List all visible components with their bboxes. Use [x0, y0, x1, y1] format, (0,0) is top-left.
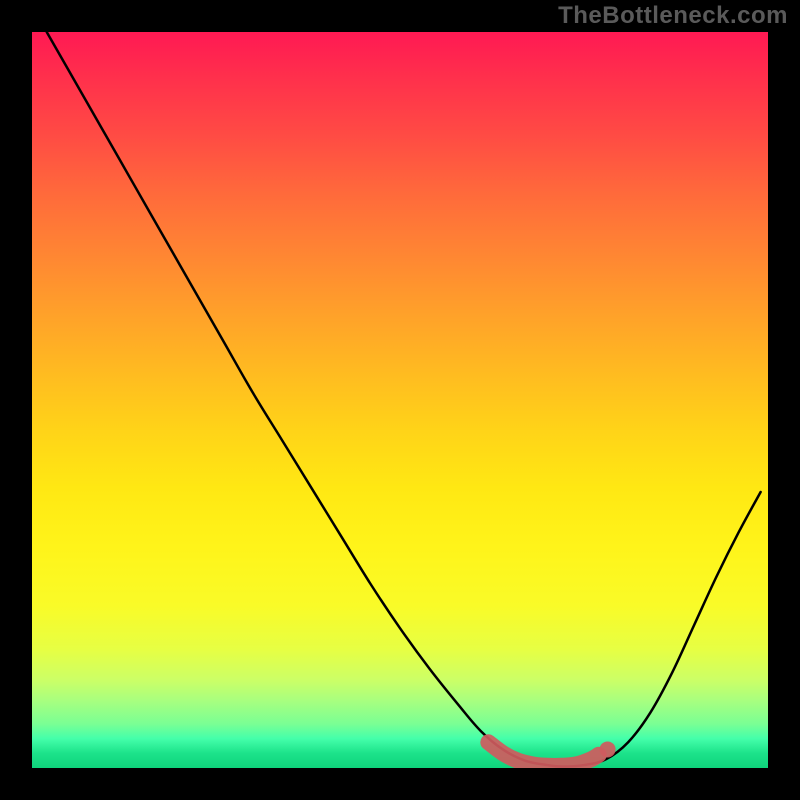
optimal-range-highlight — [32, 32, 768, 768]
watermark-text: TheBottleneck.com — [558, 2, 788, 30]
chart-frame: TheBottleneck.com — [0, 0, 800, 800]
plot-area — [32, 32, 768, 768]
